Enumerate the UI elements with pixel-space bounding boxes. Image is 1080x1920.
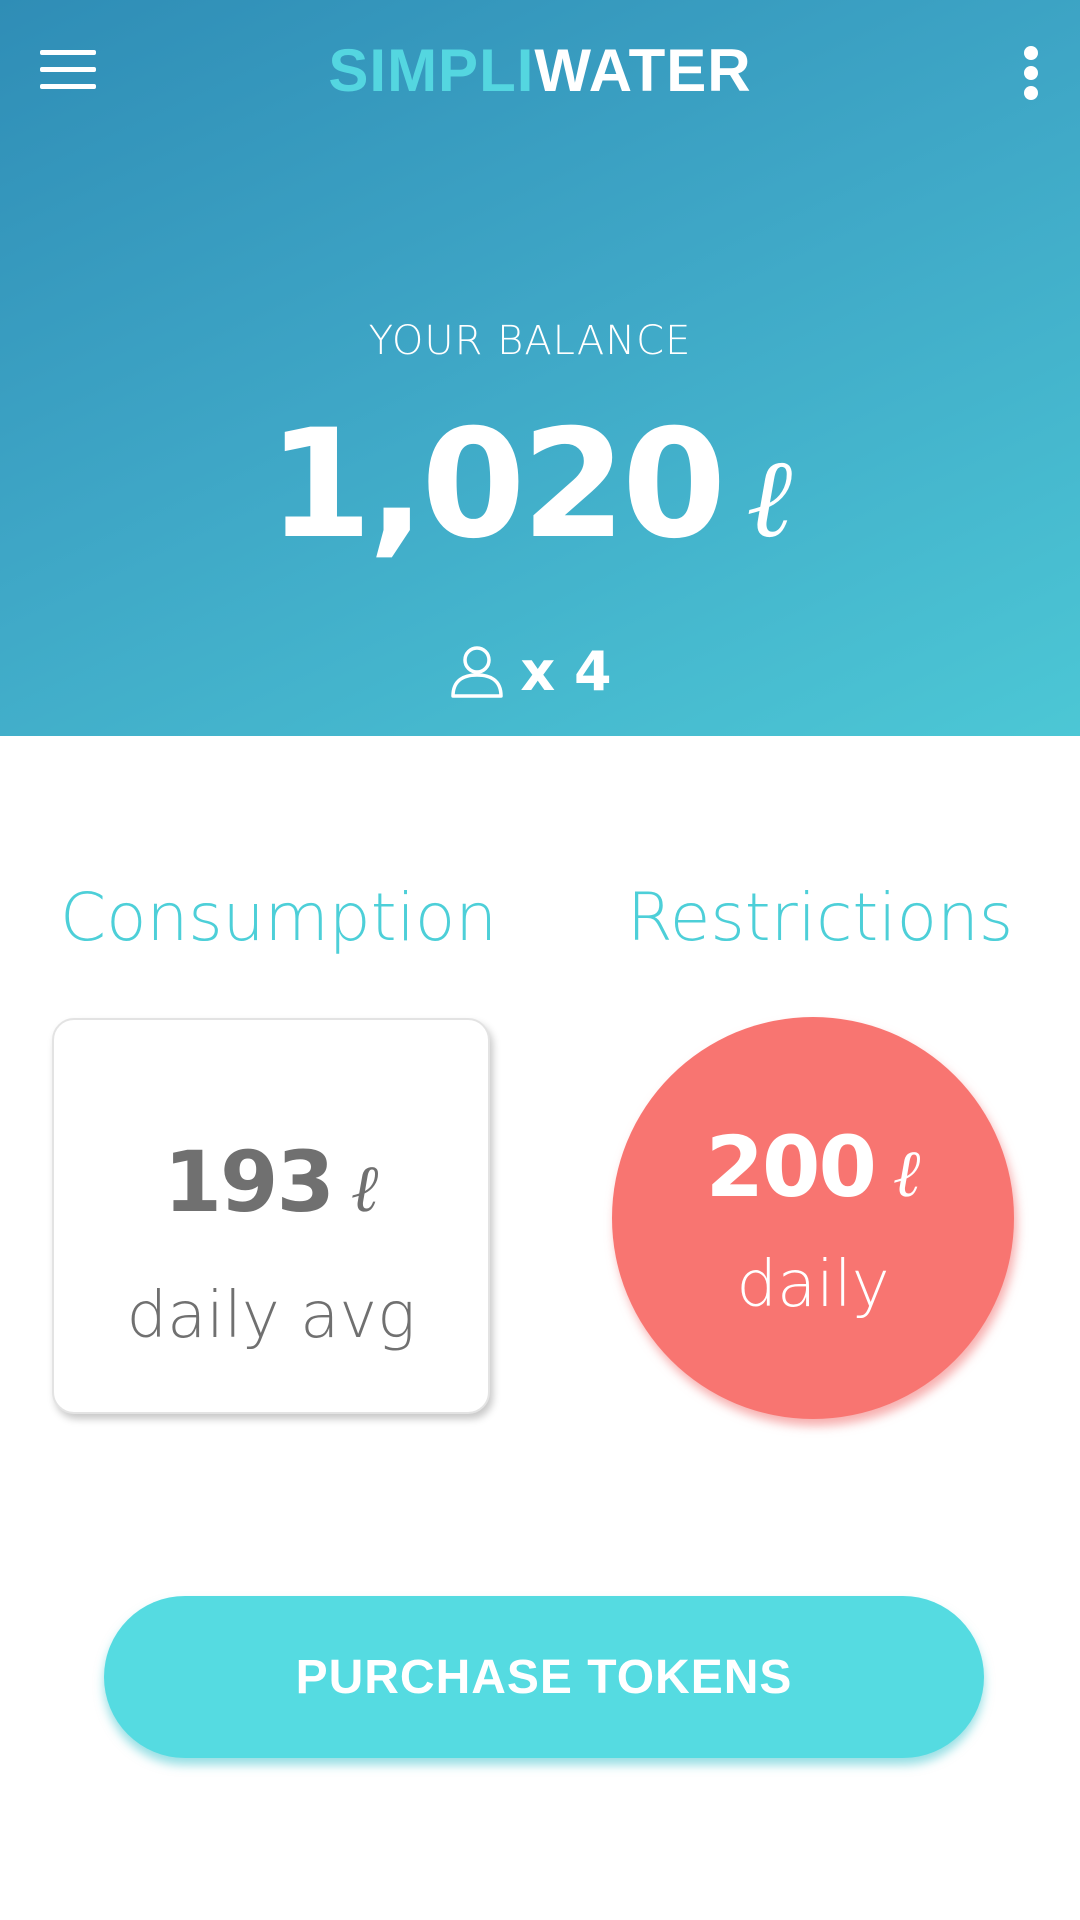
balance-amount: 1,020 ℓ [0,400,1060,583]
app-title-water: WATER [534,37,752,104]
restriction-unit: ℓ [892,1135,921,1212]
consumption-number: 193 [163,1133,335,1231]
overflow-dot [1024,66,1038,80]
consumption-heading: Consumption [60,879,498,956]
purchase-tokens-button[interactable]: PURCHASE TOKENS [104,1596,984,1758]
restriction-number: 200 [705,1118,877,1216]
restrictions-heading: Restrictions [626,879,1014,956]
balance-header: SIMPLIWATER YOUR BALANCE 1,020 ℓ x 4 [0,0,1080,736]
app-title: SIMPLIWATER [0,38,1080,104]
restriction-value: 200 ℓ [612,1117,1014,1241]
restriction-label: daily [736,1248,890,1322]
members-count: x 4 [520,640,612,703]
balance-value: 1,020 [267,398,726,572]
consumption-unit: ℓ [350,1150,379,1227]
overflow-dot [1024,86,1038,100]
app-title-simpli: SIMPLI [328,37,535,104]
balance-unit: ℓ [746,434,793,562]
consumption-value: 193 ℓ [54,1132,488,1256]
user-icon [451,646,504,698]
household-members: x 4 [0,642,1060,702]
more-vertical-icon[interactable] [1010,44,1054,104]
consumption-card[interactable]: 193 ℓ daily avg [52,1018,490,1414]
consumption-label: daily avg [126,1279,416,1353]
balance-label: YOUR BALANCE [368,318,692,364]
restriction-badge[interactable]: 200 ℓ daily [612,1017,1014,1419]
overflow-dot [1024,46,1038,60]
